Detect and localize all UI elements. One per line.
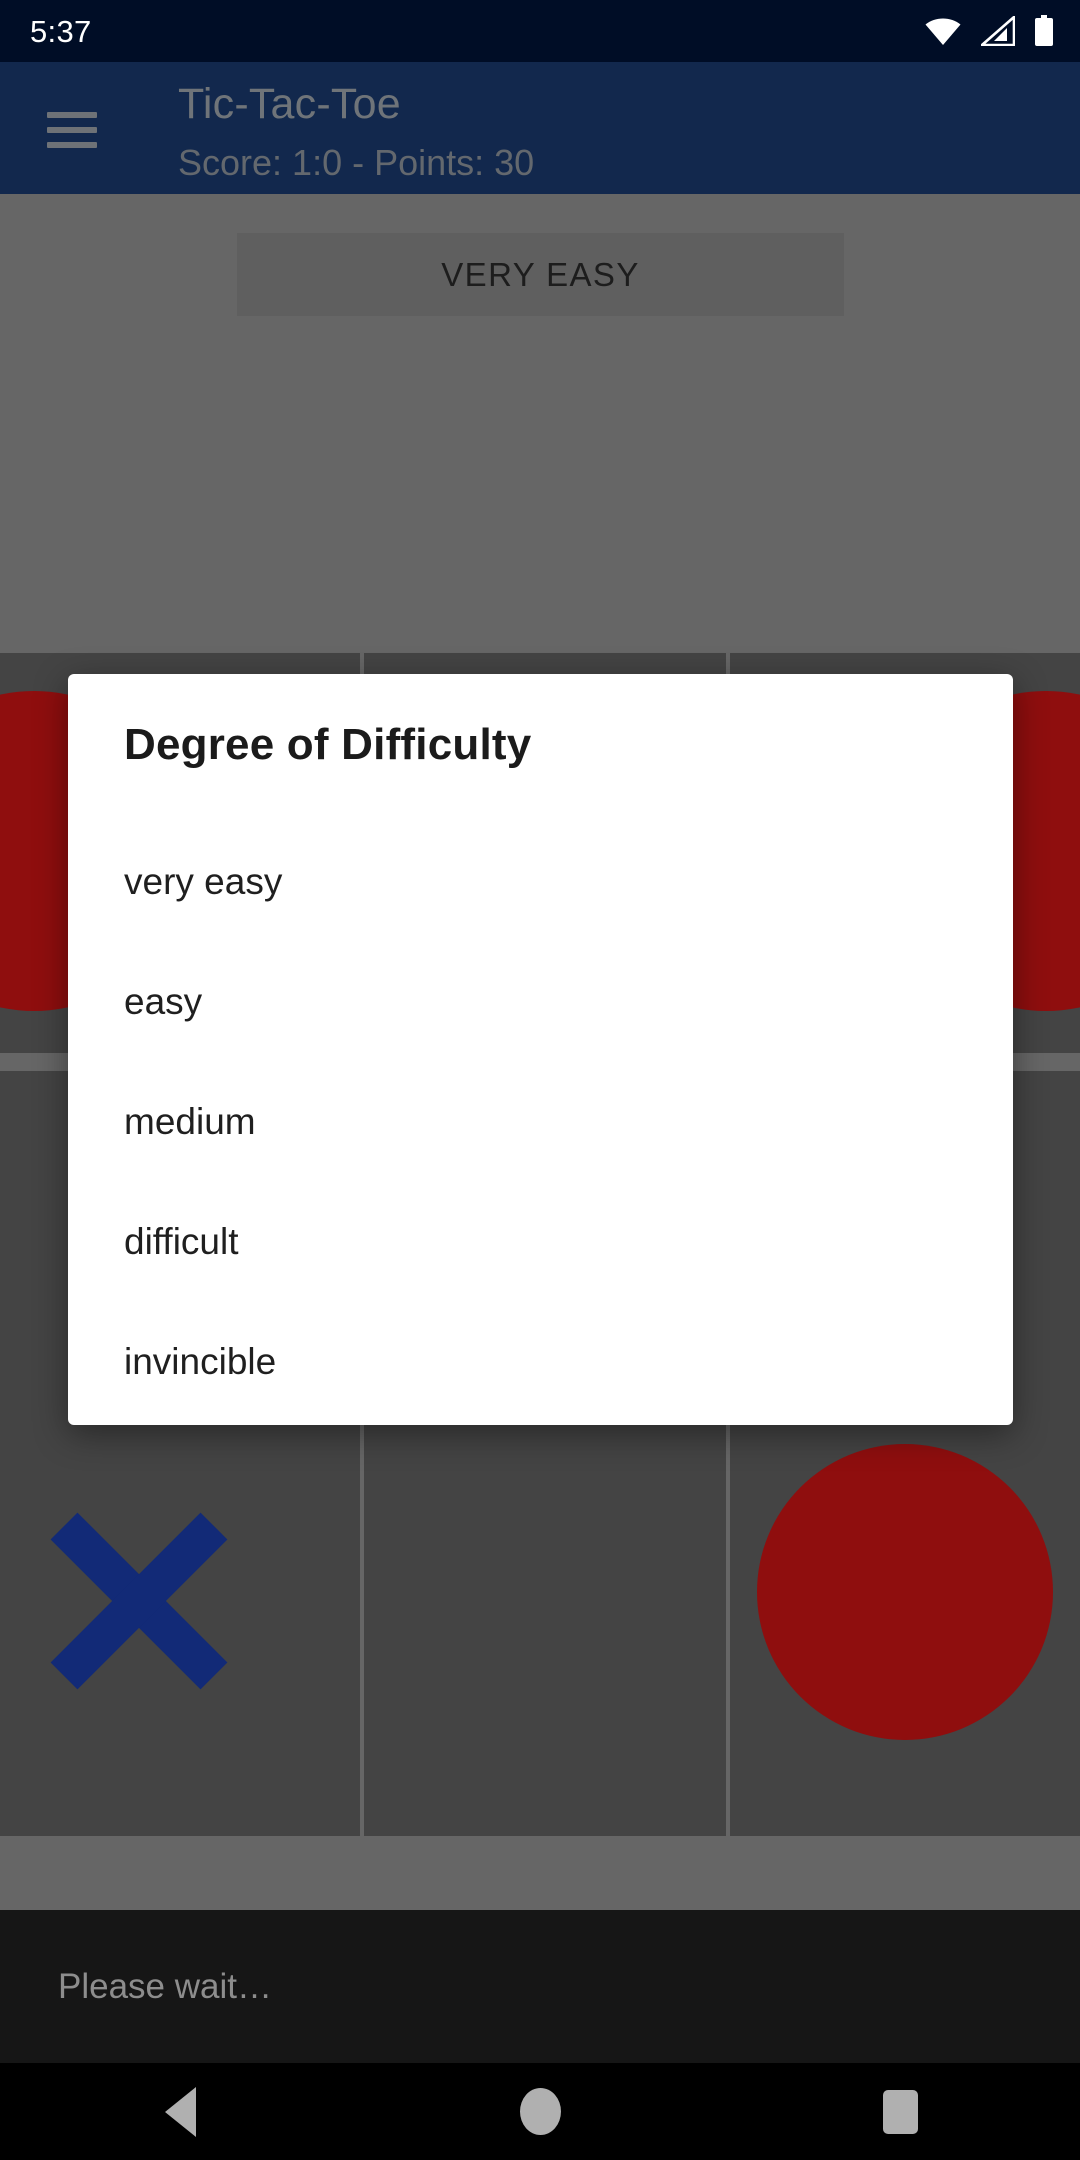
dialog-option-difficult[interactable]: difficult bbox=[68, 1182, 1013, 1302]
dialog-option-very-easy[interactable]: very easy bbox=[68, 822, 1013, 942]
snackbar: Please wait… bbox=[0, 1910, 1080, 2063]
android-navigation-bar bbox=[0, 2063, 1080, 2160]
recents-square-icon bbox=[882, 2089, 918, 2134]
board-cell-2-0[interactable] bbox=[0, 1436, 360, 1836]
wifi-icon bbox=[925, 18, 961, 45]
app-score-subtitle: Score: 1:0 - Points: 30 bbox=[178, 142, 535, 183]
home-circle-icon bbox=[519, 2088, 561, 2135]
difficulty-dialog: Degree of Difficulty very easy easy medi… bbox=[68, 674, 1013, 1425]
board-row bbox=[0, 1436, 1080, 1836]
board-cell-2-2[interactable] bbox=[730, 1436, 1080, 1836]
back-button[interactable] bbox=[110, 2063, 250, 2160]
dialog-option-medium[interactable]: medium bbox=[68, 1062, 1013, 1182]
recents-button[interactable] bbox=[830, 2063, 970, 2160]
app-title: Tic-Tac-Toe bbox=[178, 80, 401, 128]
dialog-title: Degree of Difficulty bbox=[124, 720, 532, 769]
o-mark bbox=[757, 1444, 1053, 1740]
dialog-option-list: very easy easy medium difficult invincib… bbox=[68, 822, 1013, 1422]
snackbar-message: Please wait… bbox=[58, 1967, 272, 2006]
hamburger-line bbox=[47, 112, 97, 118]
status-bar: 5:37 bbox=[0, 0, 1080, 62]
dialog-option-easy[interactable]: easy bbox=[68, 942, 1013, 1062]
battery-icon bbox=[1035, 15, 1053, 46]
hamburger-menu-icon[interactable] bbox=[47, 112, 97, 148]
hamburger-line bbox=[47, 142, 97, 148]
cellular-signal-icon bbox=[981, 16, 1015, 46]
home-button[interactable] bbox=[470, 2063, 610, 2160]
difficulty-button[interactable]: VERY EASY bbox=[237, 233, 844, 316]
phone-screen: 5:37 Tic-Tac-Toe Score: 1:0 - Points: 30 bbox=[0, 0, 1080, 2160]
app-bar: Tic-Tac-Toe Score: 1:0 - Points: 30 bbox=[0, 62, 1080, 194]
x-mark bbox=[24, 1486, 254, 1716]
hamburger-line bbox=[47, 127, 97, 133]
dialog-option-invincible[interactable]: invincible bbox=[68, 1302, 1013, 1422]
status-bar-icons bbox=[924, 15, 1054, 47]
board-cell-2-1[interactable] bbox=[364, 1436, 726, 1836]
status-bar-clock: 5:37 bbox=[30, 13, 92, 49]
back-triangle-icon bbox=[164, 2086, 196, 2137]
